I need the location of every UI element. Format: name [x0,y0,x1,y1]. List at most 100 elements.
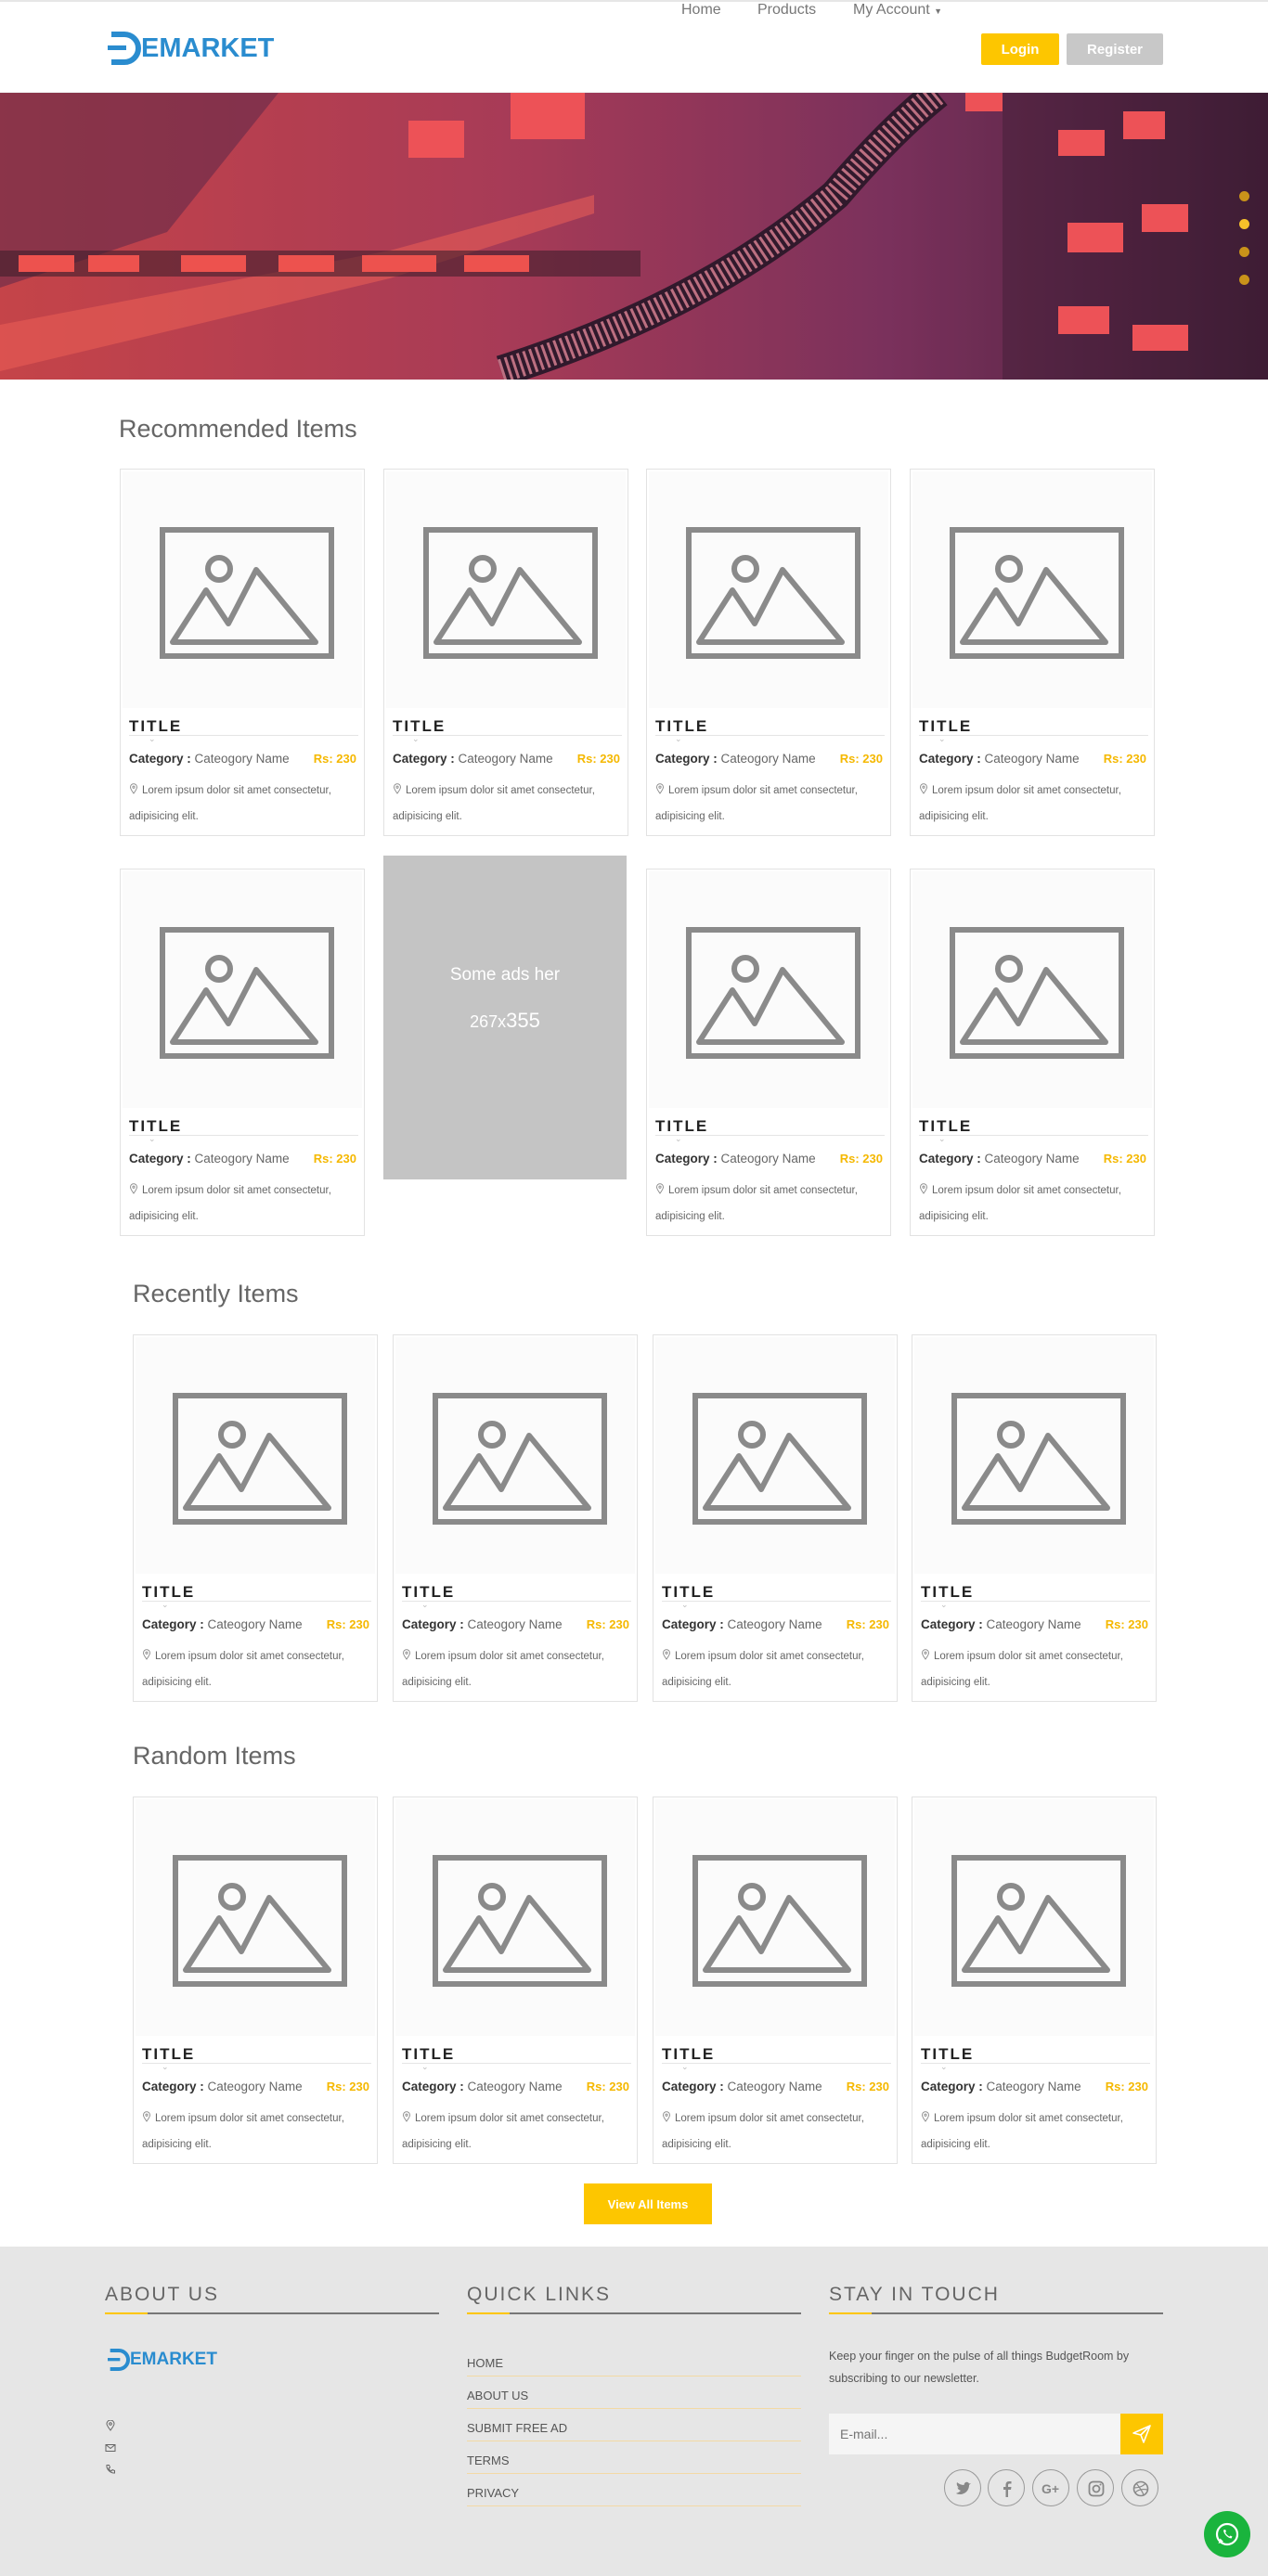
card-title[interactable]: TITLE [142,1583,195,1602]
footer-logo[interactable]: EMARKET [106,2349,217,2371]
card-divider [393,735,622,736]
card-image[interactable] [655,1799,895,2036]
footer-link-terms[interactable]: TERMS [467,2454,801,2474]
card-image[interactable] [649,471,888,708]
whatsapp-button[interactable] [1204,2511,1250,2557]
card-category-label: Category : [921,1617,983,1631]
card-title[interactable]: TITLE [129,717,182,736]
nav-my-account[interactable]: My Account ▼ [853,2,942,19]
card-description-text: Lorem ipsum dolor sit amet consectetur, … [919,1185,1121,1222]
card-price: Rs: 230 [1103,752,1146,766]
card-image[interactable] [136,1337,375,1574]
carousel-dot-1[interactable] [1239,191,1249,201]
card-category-value[interactable]: Cateogory Name [728,2080,822,2093]
footer-link-about[interactable]: ABOUT US [467,2389,801,2409]
nav-products[interactable]: Products [757,2,816,19]
footer-link-submit-ad[interactable]: SUBMIT FREE AD [467,2421,801,2441]
card-title[interactable]: TITLE [142,2045,195,2064]
item-card[interactable]: TITLE ⌄ Category : Cateogory Name Rs: 230 Lo… [912,1797,1157,2164]
card-image[interactable] [395,1337,635,1574]
newsletter-send-button[interactable] [1120,2414,1163,2454]
card-category-value[interactable]: Cateogory Name [985,1152,1080,1166]
card-title[interactable]: TITLE [921,2045,974,2064]
card-category-value[interactable]: Cateogory Name [721,1152,816,1166]
card-category-value[interactable]: Cateogory Name [987,2080,1081,2093]
footer-link-home[interactable]: HOME [467,2356,801,2376]
login-button[interactable]: Login [981,33,1059,65]
card-category-value[interactable]: Cateogory Name [208,2080,303,2093]
dribbble-icon[interactable] [1121,2469,1158,2506]
carousel-dot-3[interactable] [1239,247,1249,257]
card-image[interactable] [912,871,1152,1108]
item-card[interactable]: TITLE ⌄ Category : Cateogory Name Rs: 230 Lo… [133,1334,378,1702]
location-pin-icon [394,783,401,794]
google-plus-icon[interactable]: G+ [1032,2469,1069,2506]
item-card[interactable]: TITLE ⌄ Category : Cateogory Name Rs: 230 Lo… [120,469,365,836]
item-card[interactable]: TITLE ⌄ Category : Cateogory Name Rs: 230 Lo… [120,869,365,1236]
card-divider [129,735,358,736]
card-category-value[interactable]: Cateogory Name [468,2080,563,2093]
view-all-items-button[interactable]: View All Items [584,2183,712,2224]
card-category-value[interactable]: Cateogory Name [208,1617,303,1631]
item-card[interactable]: TITLE ⌄ Category : Cateogory Name Rs: 230 Lo… [912,1334,1157,1702]
image-placeholder-icon [951,1393,1126,1525]
card-category-value[interactable]: Cateogory Name [195,752,290,766]
item-card[interactable]: TITLE ⌄ Category : Cateogory Name Rs: 230 Lo… [653,1334,898,1702]
card-category-value[interactable]: Cateogory Name [459,752,553,766]
instagram-icon[interactable] [1077,2469,1114,2506]
card-title[interactable]: TITLE [919,1117,972,1136]
card-title[interactable]: TITLE [129,1117,182,1136]
card-price: Rs: 230 [846,2080,889,2093]
item-card[interactable]: TITLE ⌄ Category : Cateogory Name Rs: 230 Lo… [910,469,1155,836]
card-title[interactable]: TITLE [655,717,708,736]
card-category-value[interactable]: Cateogory Name [721,752,816,766]
footer-about-heading: ABOUT US [105,2284,219,2305]
register-button[interactable]: Register [1067,33,1163,65]
twitter-icon[interactable] [944,2469,981,2506]
item-card[interactable]: TITLE ⌄ Category : Cateogory Name Rs: 230 Lo… [393,1334,638,1702]
card-image[interactable] [395,1799,635,2036]
card-image[interactable] [123,471,362,708]
item-card[interactable]: TITLE ⌄ Category : Cateogory Name Rs: 230 Lo… [393,1797,638,2164]
item-card[interactable]: TITLE ⌄ Category : Cateogory Name Rs: 230 Lo… [910,869,1155,1236]
card-price: Rs: 230 [1105,2080,1148,2093]
footer-links-heading: QUICK LINKS [467,2284,612,2305]
carousel-dot-4[interactable] [1239,275,1249,285]
card-image[interactable] [386,471,626,708]
item-card[interactable]: TITLE ⌄ Category : Cateogory Name Rs: 230 Lo… [646,869,891,1236]
brand-logo[interactable]: EMARKET [106,30,274,67]
ad-placeholder[interactable]: Some ads her 267x355 [383,856,627,1179]
card-title[interactable]: TITLE [921,1583,974,1602]
card-image[interactable] [912,471,1152,708]
item-card[interactable]: TITLE ⌄ Category : Cateogory Name Rs: 230 Lo… [646,469,891,836]
card-category-label: Category : [393,752,455,766]
card-category-value[interactable]: Cateogory Name [468,1617,563,1631]
item-card[interactable]: TITLE ⌄ Category : Cateogory Name Rs: 230 Lo… [383,469,628,836]
card-category-value[interactable]: Cateogory Name [985,752,1080,766]
card-title[interactable]: TITLE [662,1583,715,1602]
card-title[interactable]: TITLE [662,2045,715,2064]
nav-home[interactable]: Home [681,2,721,19]
footer-link-privacy[interactable]: PRIVACY [467,2486,801,2506]
card-image[interactable] [123,871,362,1108]
item-card[interactable]: TITLE ⌄ Category : Cateogory Name Rs: 230 Lo… [133,1797,378,2164]
card-title[interactable]: TITLE [919,717,972,736]
card-image[interactable] [914,1799,1154,2036]
card-title[interactable]: TITLE [655,1117,708,1136]
item-card[interactable]: TITLE ⌄ Category : Cateogory Name Rs: 230 Lo… [653,1797,898,2164]
facebook-icon[interactable] [988,2469,1025,2506]
svg-text:G+: G+ [1042,2481,1059,2496]
card-category-value[interactable]: Cateogory Name [195,1152,290,1166]
card-title[interactable]: TITLE [402,2045,455,2064]
carousel-dot-2[interactable] [1239,219,1249,229]
card-title[interactable]: TITLE [393,717,446,736]
card-image[interactable] [655,1337,895,1574]
card-title[interactable]: TITLE [402,1583,455,1602]
card-image[interactable] [649,871,888,1108]
card-image[interactable] [914,1337,1154,1574]
card-category-value[interactable]: Cateogory Name [728,1617,822,1631]
newsletter-email-input[interactable] [829,2414,1120,2454]
card-category-value[interactable]: Cateogory Name [987,1617,1081,1631]
hero-banner[interactable] [0,93,1268,380]
card-image[interactable] [136,1799,375,2036]
